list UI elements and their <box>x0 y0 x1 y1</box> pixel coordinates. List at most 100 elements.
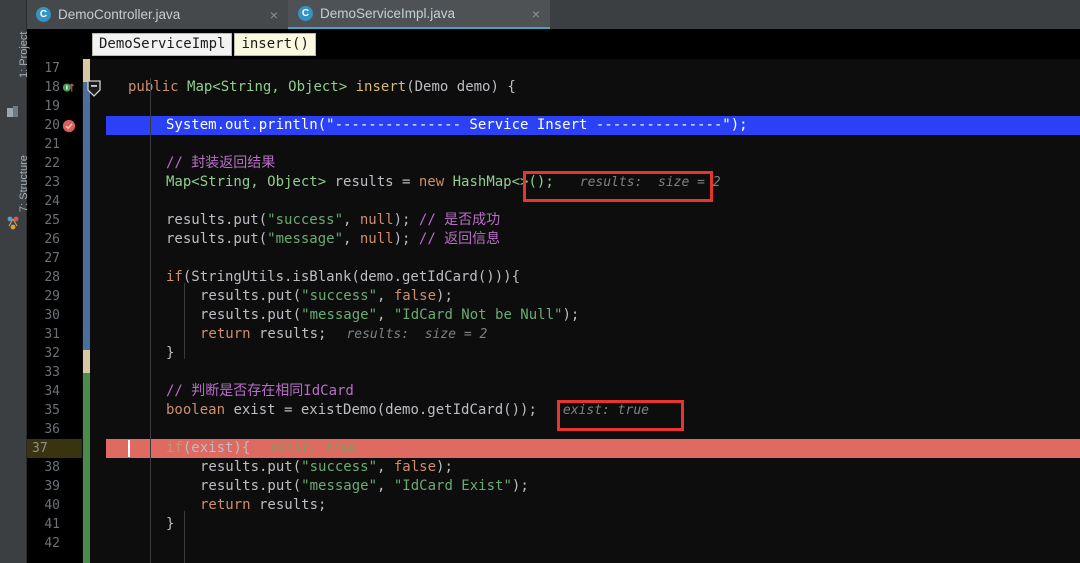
code-folding-column[interactable] <box>87 59 106 563</box>
token-condition: (exist){ <box>182 440 251 456</box>
token-string: "message" <box>267 231 344 247</box>
code-line[interactable]: } <box>106 515 1080 534</box>
token-punc: ); <box>436 459 453 475</box>
line-number: 29 <box>44 289 60 304</box>
token-string: "message" <box>301 307 378 323</box>
token-keyword: return <box>200 326 251 342</box>
line-number: 17 <box>44 61 60 76</box>
token-punc: ); <box>511 478 529 494</box>
code-line[interactable]: return results; <box>106 496 1080 515</box>
line-number: 38 <box>44 460 60 475</box>
left-tool-sidebar: 1: Project 7: Structure <box>0 0 30 563</box>
tab-label: DemoServiceImpl.java <box>320 6 456 21</box>
indent-guide <box>150 78 151 563</box>
token-punc: , <box>343 212 360 228</box>
code-line[interactable]: // 判断是否存在相同IdCard <box>106 382 1080 401</box>
sidebar-item-structure-label: 7: Structure <box>18 155 30 212</box>
token-string: "IdCard Not be Null" <box>393 307 563 323</box>
code-line[interactable]: } <box>106 344 1080 363</box>
code-line[interactable] <box>106 249 1080 268</box>
breadcrumb: DemoServiceImpl insert() <box>26 29 1080 59</box>
code-line[interactable]: results.put("success", false); <box>106 458 1080 477</box>
token-return-value: results; <box>250 326 327 342</box>
code-line[interactable]: public Map<String, Object> insert(Demo d… <box>106 78 1080 97</box>
token-bool: false <box>393 459 437 475</box>
code-editor[interactable]: public Map<String, Object> insert(Demo d… <box>26 59 1080 563</box>
line-number: 36 <box>44 422 60 437</box>
token-keyword: boolean <box>166 402 226 418</box>
line-number: 25 <box>44 213 60 228</box>
line-number: 41 <box>44 517 60 532</box>
structure-icon <box>7 216 19 230</box>
token-params: (Demo demo) { <box>406 79 516 95</box>
indent-guide <box>184 283 185 359</box>
line-number: 19 <box>44 99 60 114</box>
java-class-icon: C <box>36 7 51 22</box>
inline-hint-exist: exist: true <box>270 441 357 456</box>
token-brace: } <box>166 516 175 532</box>
code-line[interactable] <box>106 59 1080 78</box>
tab-demoserviceimpl[interactable]: C DemoServiceImpl.java × <box>288 0 550 29</box>
implementing-method-icon[interactable] <box>62 81 75 94</box>
line-number: 34 <box>44 384 60 399</box>
line-number: 20 <box>44 118 60 133</box>
code-line[interactable] <box>106 135 1080 154</box>
token-statement: System.out.println("--------------- Serv… <box>166 117 748 133</box>
line-number: 35 <box>44 403 60 418</box>
sidebar-item-project-label: 1: Project <box>18 31 30 78</box>
code-line[interactable]: return results; results: size = 2 <box>106 325 1080 344</box>
code-line-execution[interactable]: if(exist){ exist: true <box>106 439 1080 458</box>
token-type: Map<String, Object> <box>187 79 348 95</box>
code-line[interactable] <box>106 534 1080 553</box>
token-punc: , <box>377 288 394 304</box>
change-marker-added[interactable] <box>83 373 90 563</box>
token-var: results = <box>326 174 419 190</box>
code-line-selected[interactable]: System.out.println("--------------- Serv… <box>106 116 1080 135</box>
token-assignment: exist = existDemo(demo.getIdCard()); <box>225 402 537 418</box>
token-comment: // 封装返回结果 <box>166 155 276 171</box>
token-call: results.put( <box>166 212 268 228</box>
token-comment: // 返回信息 <box>418 231 501 247</box>
token-string: "IdCard Exist" <box>393 478 512 494</box>
editor-gutter[interactable]: 17 18 19 20 21 22 23 24 25 26 27 28 29 3… <box>26 59 82 563</box>
editor-tab-bar: C DemoController.java × C DemoServiceImp… <box>26 0 1080 29</box>
close-icon[interactable]: × <box>268 8 280 22</box>
code-line[interactable]: results.put("success", false); <box>106 287 1080 306</box>
token-keyword: public <box>128 79 179 95</box>
token-string: "success" <box>301 288 378 304</box>
close-icon[interactable]: × <box>530 7 542 21</box>
code-line[interactable] <box>106 363 1080 382</box>
project-icon <box>7 106 18 117</box>
code-surface[interactable]: public Map<String, Object> insert(Demo d… <box>106 59 1080 563</box>
token-keyword: new <box>418 174 445 190</box>
code-line[interactable] <box>106 97 1080 116</box>
token-punc: , <box>343 231 360 247</box>
token-null: null <box>359 212 394 228</box>
ide-window: 1: Project 7: Structure C DemoController… <box>0 0 1080 563</box>
collapse-arrow-icon[interactable] <box>85 79 103 99</box>
line-number: 39 <box>44 479 60 494</box>
token-punc: ); <box>562 307 580 323</box>
code-line[interactable]: results.put("message", null); // 返回信息 <box>106 230 1080 249</box>
java-class-icon: C <box>298 6 313 21</box>
breadcrumb-method[interactable]: insert() <box>234 32 316 56</box>
token-punc: , <box>377 307 394 323</box>
change-marker-modified[interactable] <box>83 350 90 373</box>
token-call: results.put( <box>166 231 268 247</box>
code-line[interactable]: results.put("success", null); // 是否成功 <box>106 211 1080 230</box>
code-line[interactable]: if(StringUtils.isBlank(demo.getIdCard())… <box>106 268 1080 287</box>
code-line[interactable]: results.put("message", "IdCard Not be Nu… <box>106 306 1080 325</box>
breadcrumb-class[interactable]: DemoServiceImpl <box>92 32 233 56</box>
change-marker-block[interactable] <box>83 82 90 350</box>
token-keyword: if <box>166 440 183 456</box>
token-string: "message" <box>301 478 378 494</box>
line-number: 27 <box>44 251 60 266</box>
token-string: "success" <box>267 212 344 228</box>
code-line[interactable]: results.put("message", "IdCard Exist"); <box>106 477 1080 496</box>
breakpoint-verified-icon[interactable] <box>62 119 76 133</box>
tab-democontroller[interactable]: C DemoController.java × <box>26 0 288 29</box>
tab-label: DemoController.java <box>58 7 181 22</box>
annotation-box-exist-true <box>557 400 684 431</box>
vcs-change-stripe[interactable] <box>82 59 91 563</box>
token-null: null <box>359 231 394 247</box>
